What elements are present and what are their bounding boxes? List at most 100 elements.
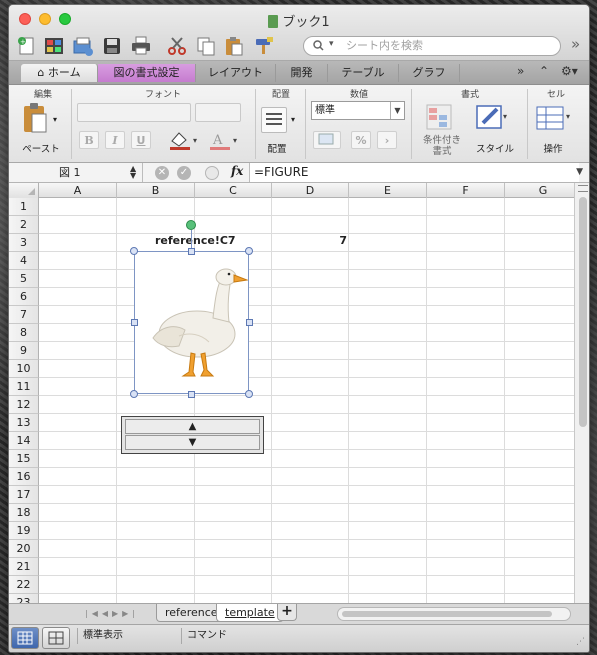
- italic-button[interactable]: I: [105, 131, 125, 149]
- page-layout-view-button[interactable]: [42, 627, 70, 649]
- vertical-scrollbar[interactable]: [574, 183, 589, 603]
- row-header-16[interactable]: 16: [9, 468, 39, 486]
- resize-handle-n[interactable]: [188, 248, 195, 255]
- row-header-10[interactable]: 10: [9, 360, 39, 378]
- toolbar-overflow-icon[interactable]: »: [571, 35, 580, 53]
- tab-home[interactable]: ⌂ ホーム: [21, 64, 98, 82]
- row-header-18[interactable]: 18: [9, 504, 39, 522]
- row-header-5[interactable]: 5: [9, 270, 39, 288]
- row-header-20[interactable]: 20: [9, 540, 39, 558]
- vertical-scroll-thumb[interactable]: [579, 197, 587, 427]
- row-header-15[interactable]: 15: [9, 450, 39, 468]
- column-header-b[interactable]: B: [117, 183, 195, 198]
- row-header-1[interactable]: 1: [9, 198, 39, 216]
- font-name-select[interactable]: [77, 103, 191, 122]
- name-box-stepper-icon[interactable]: ▲ ▼: [130, 165, 136, 180]
- formula-builder-toggle-icon[interactable]: [205, 166, 219, 180]
- row-header-8[interactable]: 8: [9, 324, 39, 342]
- row-header-22[interactable]: 22: [9, 576, 39, 594]
- row-header-13[interactable]: 13: [9, 414, 39, 432]
- sheet-nav-arrows-icon[interactable]: |◀◀▶▶|: [85, 609, 139, 618]
- tab-picture-format[interactable]: 図の書式設定: [98, 64, 196, 82]
- split-handle[interactable]: [578, 185, 588, 192]
- row-header-11[interactable]: 11: [9, 378, 39, 396]
- column-header-c[interactable]: C: [195, 183, 272, 198]
- resize-handle-ne[interactable]: [245, 247, 253, 255]
- row-header-12[interactable]: 12: [9, 396, 39, 414]
- align-chevron-icon[interactable]: ▾: [291, 115, 295, 124]
- resize-grip-icon[interactable]: ⋰: [576, 637, 585, 647]
- resize-handle-e[interactable]: [246, 319, 253, 326]
- cell-operations-button[interactable]: ▾: [535, 103, 575, 133]
- template-gallery-icon[interactable]: [42, 35, 66, 57]
- paste-options-chevron-icon[interactable]: ▾: [53, 115, 57, 124]
- column-header-a[interactable]: A: [39, 183, 117, 198]
- tabs-overflow-icon[interactable]: »: [517, 64, 524, 78]
- collapse-ribbon-icon[interactable]: ⌃: [539, 64, 549, 78]
- horizontal-scrollbar[interactable]: [337, 607, 571, 621]
- conditional-format-button[interactable]: [425, 103, 459, 133]
- open-file-icon[interactable]: [71, 35, 95, 57]
- fill-color-button[interactable]: ▾: [167, 129, 203, 151]
- bold-button[interactable]: B: [79, 131, 99, 149]
- paste-icon[interactable]: [222, 35, 246, 57]
- search-options-chevron-icon[interactable]: ▾: [329, 39, 334, 49]
- tab-layout[interactable]: レイアウト: [196, 64, 276, 82]
- row-header-4[interactable]: 4: [9, 252, 39, 270]
- horizontal-scroll-thumb[interactable]: [342, 611, 552, 617]
- resize-handle-nw[interactable]: [130, 247, 138, 255]
- worksheet-grid[interactable]: ABCDEFG 1 2 3 4 5 6 7 8 9 10 11 12 13 14 15 16 17 18 19 20 2…: [9, 183, 574, 603]
- row-header-21[interactable]: 21: [9, 558, 39, 576]
- column-header-d[interactable]: D: [272, 183, 349, 198]
- spin-up-button[interactable]: ▲: [125, 419, 260, 434]
- duck-picture[interactable]: [134, 251, 249, 394]
- underline-button[interactable]: U: [131, 131, 151, 149]
- add-sheet-button[interactable]: +: [277, 604, 297, 621]
- align-button[interactable]: [261, 107, 287, 133]
- accounting-format-button[interactable]: [313, 131, 341, 149]
- resize-handle-sw[interactable]: [130, 390, 138, 398]
- resize-handle-s[interactable]: [188, 391, 195, 398]
- column-header-g[interactable]: G: [505, 183, 574, 198]
- confirm-entry-icon[interactable]: ✓: [177, 166, 191, 180]
- formula-bar-expand-icon[interactable]: ▼: [576, 167, 583, 177]
- row-header-6[interactable]: 6: [9, 288, 39, 306]
- format-painter-icon[interactable]: [252, 35, 276, 57]
- copy-icon[interactable]: [194, 35, 218, 57]
- resize-handle-w[interactable]: [131, 319, 138, 326]
- paste-button[interactable]: [21, 101, 49, 135]
- formula-input[interactable]: =FIGURE: [249, 163, 579, 182]
- row-header-7[interactable]: 7: [9, 306, 39, 324]
- cell-d3[interactable]: 7: [271, 232, 347, 250]
- name-box[interactable]: 図 1: [9, 163, 143, 182]
- row-header-19[interactable]: 19: [9, 522, 39, 540]
- resize-handle-se[interactable]: [245, 390, 253, 398]
- cell-b3[interactable]: reference!C7: [155, 232, 236, 250]
- font-color-button[interactable]: A ▾: [207, 129, 243, 151]
- row-header-9[interactable]: 9: [9, 342, 39, 360]
- spin-down-button[interactable]: ▼: [125, 435, 260, 450]
- rotate-handle[interactable]: [186, 220, 196, 230]
- sheet-tab-template[interactable]: template: [216, 604, 284, 622]
- percent-style-button[interactable]: %: [351, 131, 371, 149]
- column-header-e[interactable]: E: [349, 183, 427, 198]
- number-format-select[interactable]: 標準 ▼: [311, 101, 405, 120]
- column-header-f[interactable]: F: [427, 183, 505, 198]
- normal-view-button[interactable]: [11, 627, 39, 649]
- style-button[interactable]: ▾: [475, 103, 509, 133]
- comma-style-button[interactable]: ›: [377, 131, 397, 149]
- row-header-23[interactable]: 23: [9, 594, 39, 603]
- ribbon-settings-gear-icon[interactable]: ⚙▾: [561, 64, 578, 78]
- font-size-select[interactable]: [195, 103, 241, 122]
- tab-charts[interactable]: グラフ: [399, 64, 460, 82]
- new-workbook-icon[interactable]: +: [15, 35, 39, 57]
- print-icon[interactable]: [129, 35, 153, 57]
- row-header-14[interactable]: 14: [9, 432, 39, 450]
- tab-developer[interactable]: 開発: [276, 64, 328, 82]
- spin-button-control[interactable]: ▲ ▼: [121, 416, 264, 454]
- save-icon[interactable]: [100, 35, 124, 57]
- tab-tables[interactable]: テーブル: [328, 64, 399, 82]
- insert-function-icon[interactable]: fx: [231, 164, 243, 178]
- cut-icon[interactable]: [165, 35, 189, 57]
- row-header-2[interactable]: 2: [9, 216, 39, 234]
